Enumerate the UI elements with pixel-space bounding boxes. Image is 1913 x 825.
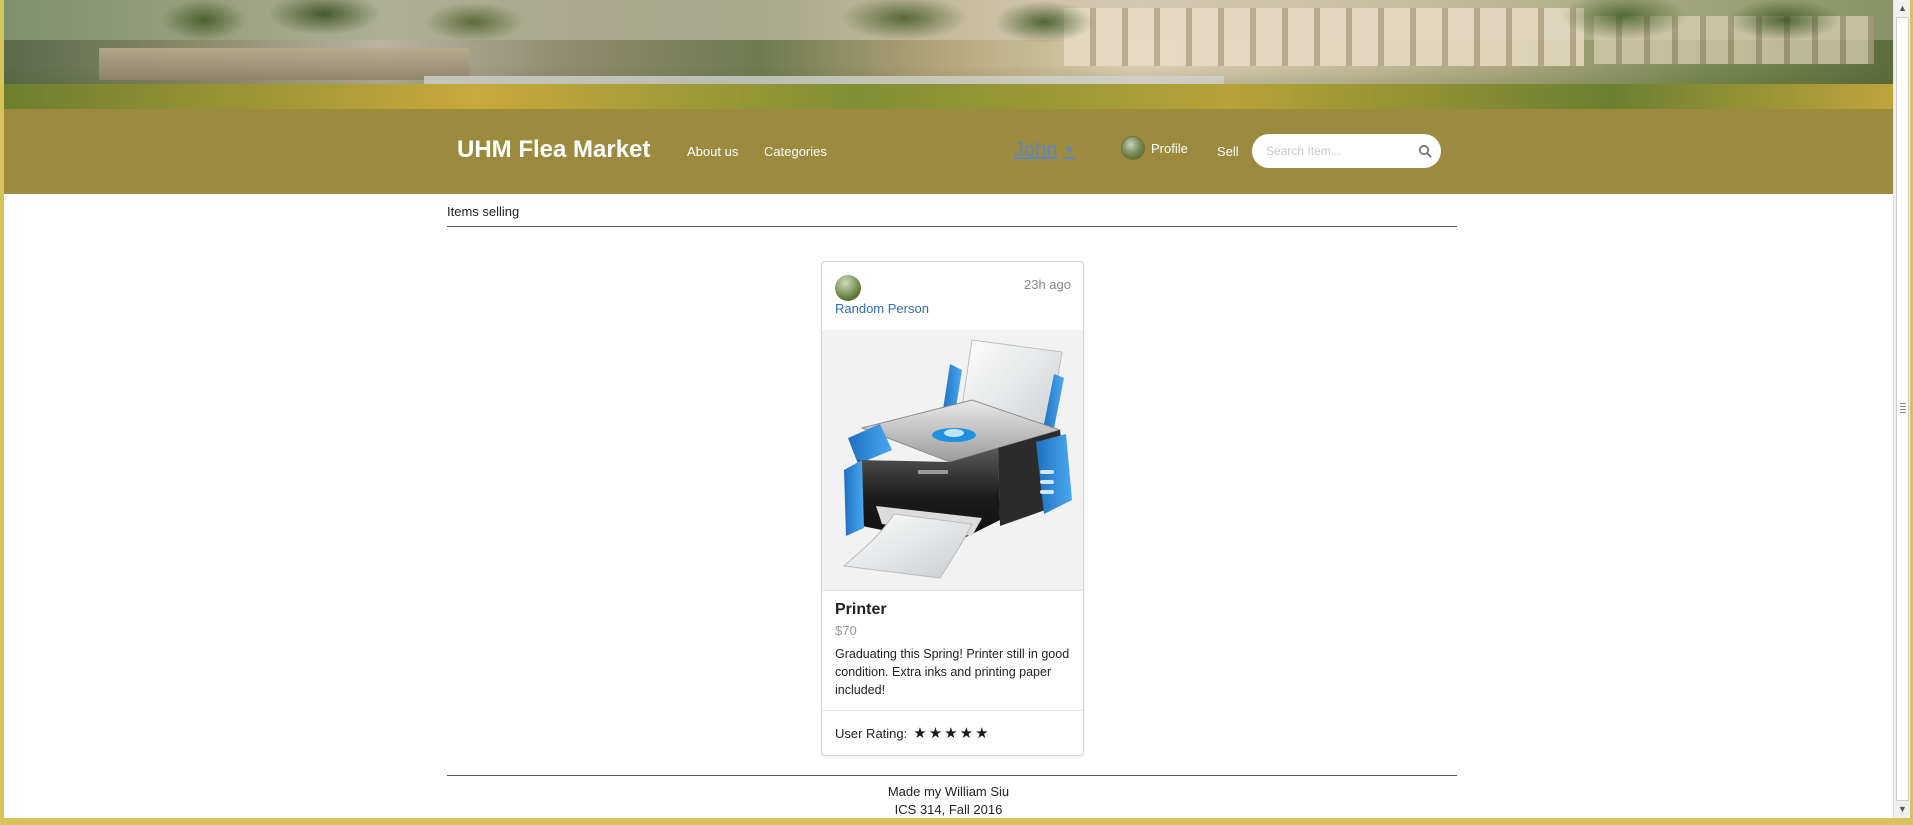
listing-title[interactable]: Printer xyxy=(835,601,887,619)
seller-name-link[interactable]: Random Person xyxy=(835,301,929,316)
scroll-up-icon[interactable]: ▲ xyxy=(1894,0,1911,17)
listing-description: Graduating this Spring! Printer still in… xyxy=(835,647,1070,697)
rating-stars: ★ ★ ★ ★ ★ xyxy=(913,724,989,742)
nav-profile[interactable]: Profile xyxy=(1121,136,1188,160)
caret-down-icon: ▼ xyxy=(1063,143,1076,157)
nav-categories[interactable]: Categories xyxy=(764,144,827,159)
search-box xyxy=(1252,134,1441,168)
profile-avatar xyxy=(1121,136,1145,160)
scroll-down-icon[interactable]: ▼ xyxy=(1894,801,1911,818)
nav-sell[interactable]: Sell xyxy=(1217,144,1239,159)
star-icon: ★ xyxy=(944,724,958,742)
listing-time: 23h ago xyxy=(1024,277,1071,292)
nav-about-us[interactable]: About us xyxy=(687,144,738,159)
scroll-grip-icon xyxy=(1900,403,1906,413)
section-title: Items selling xyxy=(447,204,520,219)
user-rating-label: User Rating: xyxy=(835,726,908,741)
star-icon: ★ xyxy=(959,724,974,742)
user-name: John xyxy=(1014,139,1058,161)
vertical-scrollbar[interactable]: ▲ ▼ xyxy=(1893,0,1910,818)
star-icon: ★ xyxy=(913,724,927,742)
footer-course: ICS 314, Fall 2016 xyxy=(894,802,1003,817)
listing-card[interactable]: 23h ago Random Person Printer $70 Gradua… xyxy=(821,261,1084,756)
listing-price: $70 xyxy=(835,623,857,638)
printer-image xyxy=(842,339,1072,579)
search-input[interactable] xyxy=(1264,142,1414,160)
nav-profile-label: Profile xyxy=(1151,140,1188,156)
footer-divider xyxy=(447,775,1457,776)
section-divider xyxy=(447,226,1457,227)
footer-credit: Made my William Siu xyxy=(887,784,1010,799)
star-icon: ★ xyxy=(975,724,989,742)
search-icon[interactable] xyxy=(1418,144,1432,158)
page-viewport: UHM Flea Market About us Categories John… xyxy=(4,0,1893,818)
seller-avatar[interactable] xyxy=(835,275,861,301)
card-footer-divider xyxy=(822,710,1083,711)
star-icon: ★ xyxy=(928,724,943,742)
user-rating: User Rating: ★ ★ ★ ★ ★ xyxy=(835,724,989,742)
card-divider xyxy=(822,590,1083,591)
navbar: UHM Flea Market About us Categories John… xyxy=(4,109,1893,194)
listing-image[interactable] xyxy=(822,330,1083,590)
user-dropdown[interactable]: John ▼ xyxy=(1014,139,1075,162)
banner-image xyxy=(4,0,1893,109)
brand-title[interactable]: UHM Flea Market xyxy=(457,136,650,164)
scroll-thumb[interactable] xyxy=(1896,17,1909,801)
